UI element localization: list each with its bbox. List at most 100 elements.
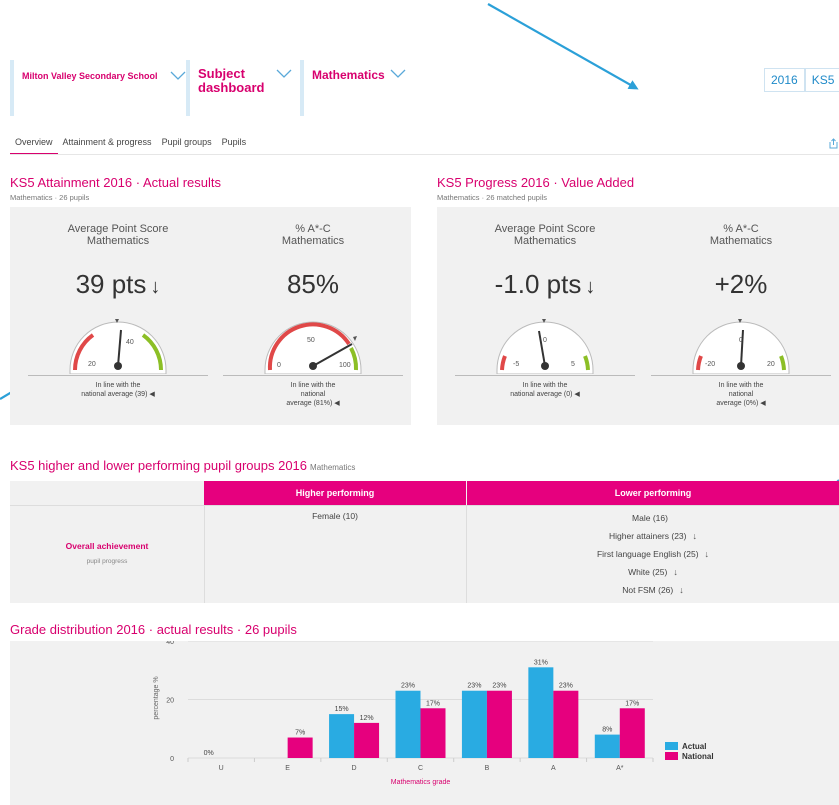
gauge-note: In line with the national average (0%) ◀ xyxy=(716,382,766,407)
bar-actual xyxy=(329,714,355,758)
x-tick-label: B xyxy=(485,765,490,772)
grade-chart-panel: 0 20 40 percentage % U 0% E 7% D 15% 12% C 23% 17% B 23… xyxy=(10,639,839,805)
lower-group-item[interactable]: Male (16) xyxy=(467,511,839,529)
tab-pupil-groups[interactable]: Pupil groups xyxy=(157,137,217,155)
legend-swatch xyxy=(665,752,678,760)
bar-data-label: 12% xyxy=(360,715,374,722)
x-tick-label: U xyxy=(219,765,224,772)
x-tick-label: C xyxy=(418,765,423,772)
row-sublabel: pupil progress xyxy=(86,558,128,565)
bar-data-label: 31% xyxy=(534,659,548,666)
gauge-value: 85% xyxy=(286,269,340,299)
gauge-baseline xyxy=(651,375,831,376)
progress-title: KS5 Progress 2016 · Value Added xyxy=(437,175,635,190)
bar-data-label: 17% xyxy=(426,700,440,707)
lower-group-list: Male (16) Higher attainers (23) ↓ First l… xyxy=(467,511,839,601)
lower-group-item[interactable]: Not FSM (26) ↓ xyxy=(467,583,839,601)
svg-text:0: 0 xyxy=(543,337,547,344)
gauge-dial: 0 50 100 xyxy=(264,321,362,374)
tab-pupils[interactable]: Pupils xyxy=(217,137,252,155)
lower-group-item[interactable]: Higher attainers (23) ↓ xyxy=(467,529,839,547)
x-tick-label: D xyxy=(352,765,357,772)
svg-text:20: 20 xyxy=(767,361,775,368)
bar-data-label: 17% xyxy=(625,700,639,707)
bar-national xyxy=(619,708,645,758)
export-icon[interactable] xyxy=(828,138,839,149)
subject-label: Mathematics xyxy=(312,68,385,82)
gauge-tick-label: 40 xyxy=(126,339,134,346)
dashboard-selector[interactable]: Subject dashboard xyxy=(186,60,296,116)
svg-text:-20: -20 xyxy=(705,361,715,368)
bar-data-label: 23% xyxy=(492,683,506,690)
y-tick-label: 20 xyxy=(166,698,174,705)
arrow-down-icon: ↓ xyxy=(692,531,697,541)
x-tick-label: A* xyxy=(616,765,624,772)
gauge-value: +2% xyxy=(714,269,768,299)
legend-swatch xyxy=(665,742,678,750)
lower-group-item[interactable]: White (25) ↓ xyxy=(467,565,839,583)
y-tick-label: 0 xyxy=(170,756,174,763)
bar-data-label: 23% xyxy=(467,683,481,690)
bar-data-label: 7% xyxy=(295,730,305,737)
gauge-baseline xyxy=(455,375,635,376)
legend-label: Actual xyxy=(682,742,706,751)
y-axis-label: percentage % xyxy=(153,676,160,719)
subject-selector[interactable]: Mathematics xyxy=(300,60,430,116)
school-name: Milton Valley Secondary School xyxy=(22,71,158,81)
gauge-note: In line with the national average (81%) … xyxy=(286,382,340,407)
gauge-dial: -20 0 20 xyxy=(692,319,790,374)
triangle-left-icon: ◀ xyxy=(334,400,340,407)
chevron-down-icon xyxy=(390,69,406,78)
attainment-title: KS5 Attainment 2016 · Actual results xyxy=(10,175,222,190)
section-tabs: Overview Attainment & progress Pupil gro… xyxy=(10,137,251,155)
arrow-down-icon: ↓ xyxy=(704,549,710,559)
gauge-dial: -5 0 5 xyxy=(496,319,594,374)
triangle-left-icon: ◀ xyxy=(760,400,766,407)
higher-group-item[interactable]: Female (10) xyxy=(204,511,466,521)
lower-group-item[interactable]: First language English (25) ↓ xyxy=(467,547,839,565)
tabs-divider xyxy=(10,154,839,155)
gauge-title: Average Point Score Mathematics xyxy=(67,223,169,247)
year-stage-selector: 2016 KS5 xyxy=(764,68,839,92)
top-navigation: Milton Valley Secondary School Subject da… xyxy=(10,60,839,122)
lower-performing-header: Lower performing xyxy=(467,481,839,505)
attainment-panel: Average Point Score Mathematics 39 pts ↓ 2… xyxy=(10,207,411,425)
gauge-title: Average Point Score Mathematics xyxy=(494,223,596,247)
svg-text:-5: -5 xyxy=(513,361,519,368)
bar-actual xyxy=(461,690,487,758)
bar-actual xyxy=(528,667,554,758)
gauge-card: Average Point Score Mathematics 39 pts ↓ 2… xyxy=(20,207,216,425)
tab-attainment-progress[interactable]: Attainment & progress xyxy=(58,137,157,155)
gauge-tick-label: 20 xyxy=(88,361,96,368)
triangle-left-icon: ◀ xyxy=(149,391,155,398)
x-tick-label: E xyxy=(285,765,290,772)
dashboard-label: Subject dashboard xyxy=(198,66,265,95)
school-selector[interactable]: Milton Valley Secondary School xyxy=(10,60,186,116)
gauge-note: In line with the national average (39) ◀ xyxy=(81,382,155,398)
grade-distribution-chart: 0 20 40 percentage % U 0% E 7% D 15% 12% C 23% 17% B 23… xyxy=(153,639,714,786)
bar-national xyxy=(354,722,380,758)
bar-national xyxy=(420,708,446,758)
svg-text:100: 100 xyxy=(339,362,351,369)
x-axis-label: Mathematics grade xyxy=(391,779,451,786)
gauge-baseline xyxy=(223,375,403,376)
bar-national xyxy=(486,690,512,758)
gauge-title: % A*-C Mathematics xyxy=(709,223,773,247)
gauge-value: 39 pts ↓ xyxy=(75,269,161,299)
x-tick-label: A xyxy=(551,765,556,772)
stage-button[interactable]: KS5 xyxy=(804,68,839,92)
bar-actual xyxy=(594,734,620,758)
bar-national xyxy=(553,690,579,758)
grade-distribution-title: Grade distribution 2016 · actual results… xyxy=(10,622,297,637)
arrow-down-icon: ↓ xyxy=(673,567,678,577)
attainment-subtitle: Mathematics · 26 pupils xyxy=(10,193,90,202)
gauge-card: Average Point Score Mathematics -1.0 pts ↓… xyxy=(447,207,643,425)
triangle-left-icon: ◀ xyxy=(574,391,580,398)
legend-label: National xyxy=(682,752,714,761)
tab-overview[interactable]: Overview xyxy=(10,137,58,155)
arrow-down-icon: ↓ xyxy=(679,585,684,595)
gauge-note: In line with the national average (0) ◀ xyxy=(510,382,580,398)
svg-text:0: 0 xyxy=(277,362,281,369)
year-button[interactable]: 2016 xyxy=(764,68,805,92)
gauge-card: % A*-C Mathematics 85% 0 50 100 In line w… xyxy=(215,207,411,425)
